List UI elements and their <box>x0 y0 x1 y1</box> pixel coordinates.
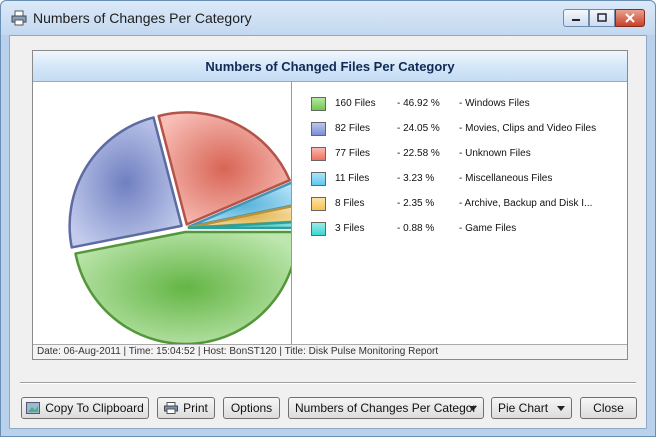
pie-area <box>33 82 303 346</box>
chevron-down-icon <box>469 406 477 411</box>
legend-label: - Miscellaneous Files <box>459 173 553 184</box>
legend-percent: - 46.92 % <box>397 98 440 109</box>
pie-slice <box>74 230 299 346</box>
chart-legend: 160 Files - 46.92 % - Windows Files 82 File… <box>301 82 627 344</box>
legend-files: 82 Files <box>335 123 371 134</box>
clipboard-image-icon <box>26 402 41 414</box>
copy-to-clipboard-button[interactable]: Copy To Clipboard <box>21 397 149 419</box>
window-title: Numbers of Changes Per Category <box>33 10 252 26</box>
close-button[interactable]: Close <box>580 397 637 419</box>
category-select[interactable]: Numbers of Changes Per Categor <box>288 397 484 419</box>
legend-label: - Game Files <box>459 223 517 234</box>
chevron-down-icon <box>557 406 565 411</box>
chart-type-select-value: Pie Chart <box>498 401 549 415</box>
printer-icon <box>164 402 179 414</box>
close-window-button[interactable] <box>615 9 645 27</box>
minimize-icon <box>572 19 580 21</box>
legend-swatch <box>311 172 326 186</box>
chart-type-select[interactable]: Pie Chart <box>491 397 572 419</box>
legend-percent: - 24.05 % <box>397 123 440 134</box>
legend-swatch <box>311 197 326 211</box>
legend-swatch <box>311 222 326 236</box>
report-window: Numbers of Changes Per Category Numbers … <box>0 0 656 437</box>
copy-label: Copy To Clipboard <box>45 401 144 415</box>
chart-panel: Numbers of Changed Files Per Category 16… <box>32 50 628 360</box>
chart-title: Numbers of Changed Files Per Category <box>33 51 627 82</box>
legend-files: 3 Files <box>335 223 365 234</box>
legend-files: 160 Files <box>335 98 376 109</box>
legend-files: 8 Files <box>335 198 365 209</box>
legend-percent: - 2.35 % <box>397 198 435 209</box>
maximize-icon <box>597 13 607 22</box>
pie-chart <box>68 111 303 346</box>
legend-swatch <box>311 97 326 111</box>
print-label: Print <box>183 401 208 415</box>
category-select-value: Numbers of Changes Per Categor <box>295 401 477 415</box>
print-button[interactable]: Print <box>157 397 215 419</box>
legend-files: 77 Files <box>335 148 371 159</box>
legend-label: - Movies, Clips and Video Files <box>459 123 597 134</box>
title-bar[interactable]: Numbers of Changes Per Category <box>1 1 655 35</box>
options-button[interactable]: Options <box>223 397 280 419</box>
legend-label: - Archive, Backup and Disk I... <box>459 198 593 209</box>
legend-percent: - 22.58 % <box>397 148 440 159</box>
maximize-button[interactable] <box>589 9 615 27</box>
legend-swatch <box>311 147 326 161</box>
report-status-bar: Date: 06-Aug-2011 | Time: 15:04:52 | Hos… <box>33 344 627 359</box>
client-area: Numbers of Changed Files Per Category 16… <box>9 35 647 429</box>
legend-percent: - 3.23 % <box>397 173 435 184</box>
legend-files: 11 Files <box>335 173 370 184</box>
legend-label: - Windows Files <box>459 98 530 109</box>
divider <box>20 382 636 384</box>
legend-swatch <box>311 122 326 136</box>
printer-icon <box>11 10 27 26</box>
legend-percent: - 0.88 % <box>397 223 435 234</box>
close-icon <box>625 13 635 23</box>
minimize-button[interactable] <box>563 9 589 27</box>
legend-label: - Unknown Files <box>459 148 531 159</box>
